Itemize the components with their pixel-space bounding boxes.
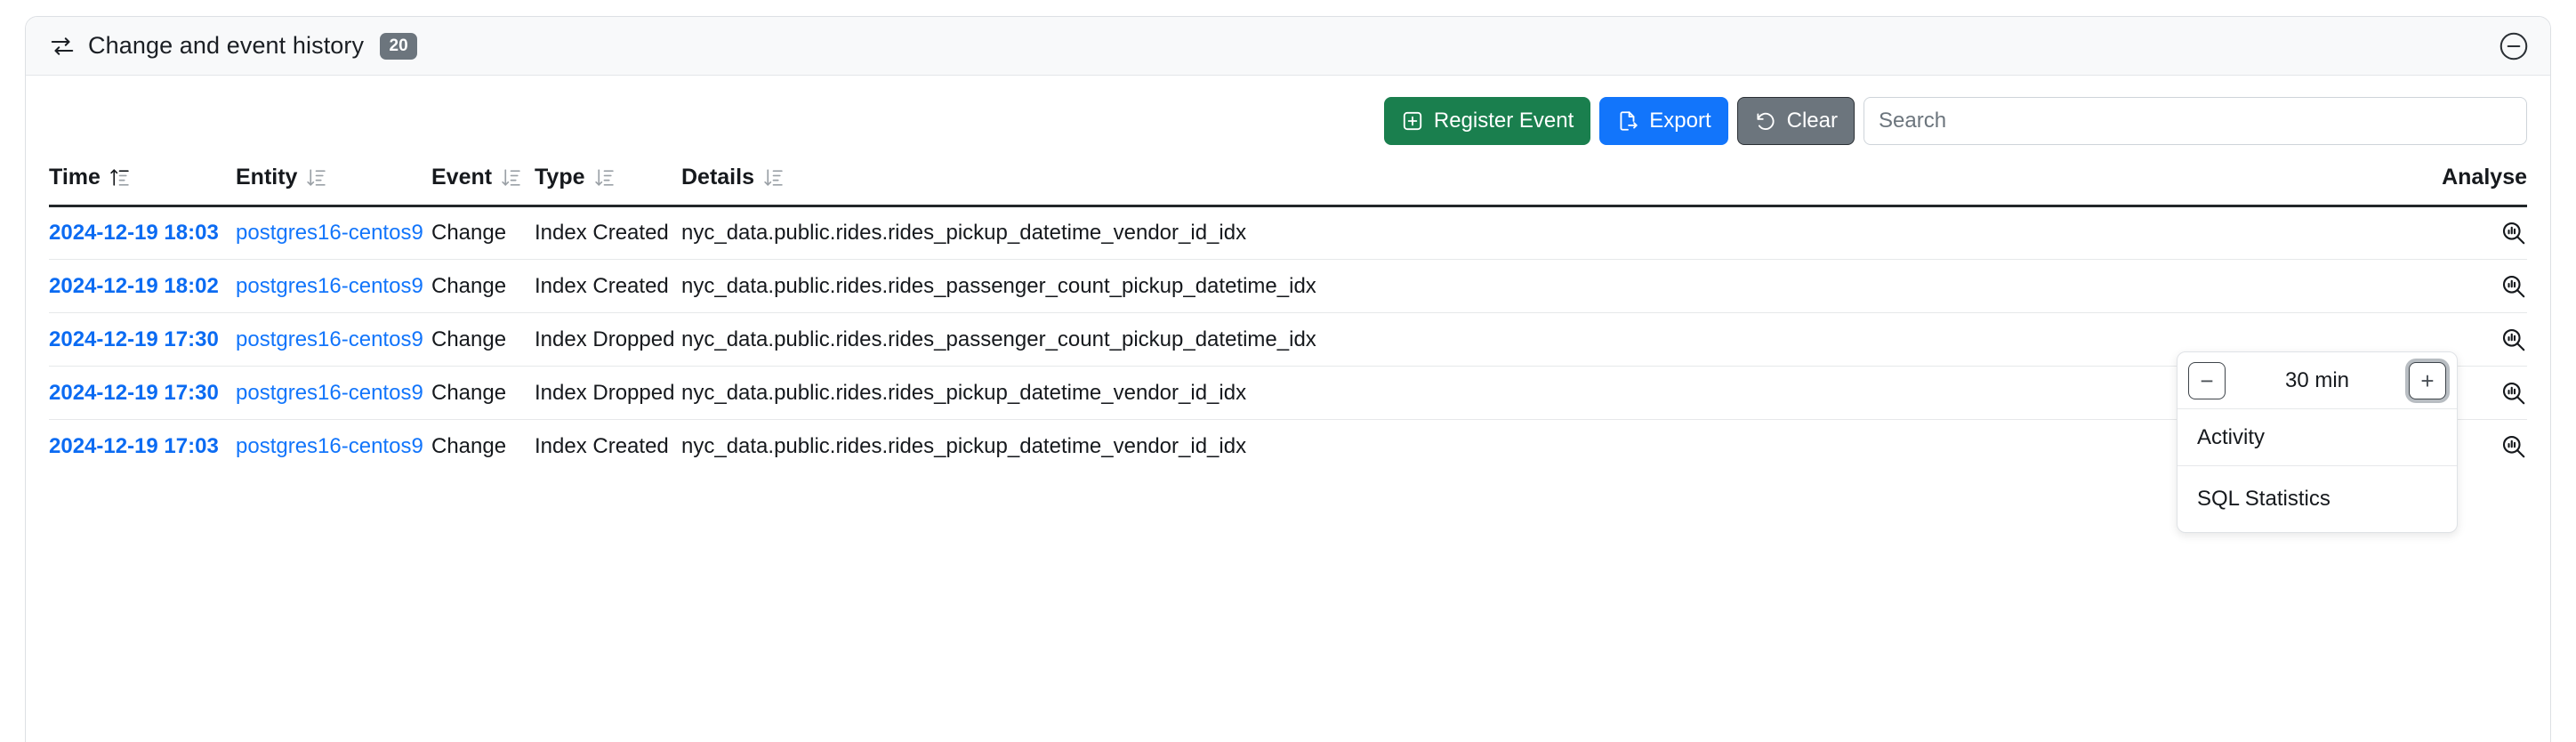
column-header-analyse: Analyse [2420, 159, 2527, 207]
cell-type: Index Dropped [535, 312, 681, 367]
cell-time: 2024-12-19 17:30 [49, 312, 236, 367]
sort-ascending-icon[interactable] [109, 166, 131, 189]
cell-analyse [2420, 206, 2527, 260]
cell-entity: postgres16-centos9 [236, 206, 431, 260]
time-link[interactable]: 2024-12-19 17:30 [49, 327, 219, 351]
entity-link[interactable]: postgres16-centos9 [236, 274, 423, 298]
file-export-icon [1616, 109, 1639, 133]
cell-analyse [2420, 259, 2527, 313]
change-event-history-card: Change and event history 20 Register Eve… [25, 16, 2551, 742]
interval-decrement-button[interactable]: − [2188, 361, 2226, 399]
column-header-type-label: Type [535, 165, 585, 190]
page-title: Change and event history [88, 32, 365, 59]
change-event-history-table: Time Entity Event Type Details Analyse 2… [49, 159, 2527, 473]
cell-details: nyc_data.public.rides.rides_passenger_co… [681, 259, 2420, 313]
plus-square-icon [1401, 109, 1424, 133]
swap-arrows-icon [49, 33, 76, 60]
column-header-entity[interactable]: Entity [236, 159, 431, 207]
entity-link[interactable]: postgres16-centos9 [236, 221, 423, 245]
time-link[interactable]: 2024-12-19 17:30 [49, 381, 219, 405]
status-badge: 20 [380, 32, 418, 60]
chart-search-icon[interactable] [2500, 380, 2527, 407]
cell-details: nyc_data.public.rides.rides_pickup_datet… [681, 433, 1247, 458]
table-row: 2024-12-19 18:03 postgres16-centos9 Chan… [49, 206, 2527, 260]
column-header-event[interactable]: Event [431, 159, 535, 207]
clear-button[interactable]: Clear [1736, 97, 1855, 145]
card-body: Register Event Export Clear Search Time … [26, 76, 2550, 473]
cell-event: Change [431, 312, 535, 367]
dropdown-item-activity[interactable]: Activity [2178, 409, 2457, 466]
analyse-dropdown-menu: − 30 min + Activity SQL Statistics [2177, 351, 2458, 533]
circle-minus-icon[interactable] [2497, 29, 2531, 63]
column-header-time[interactable]: Time [49, 159, 236, 207]
sort-descending-icon[interactable] [500, 166, 522, 189]
cell-details: nyc_data.public.rides.rides_pickup_datet… [681, 206, 2420, 260]
column-header-event-label: Event [431, 165, 493, 190]
search-input[interactable] [1864, 97, 2527, 145]
entity-link[interactable]: postgres16-centos9 [236, 381, 423, 405]
cell-time: 2024-12-19 18:02 [49, 259, 236, 313]
table-body: 2024-12-19 18:03 postgres16-centos9 Chan… [49, 206, 2527, 473]
column-header-details[interactable]: Details [681, 159, 2420, 207]
interval-increment-button[interactable]: + [2408, 361, 2446, 399]
cell-type: Index Created [535, 433, 669, 458]
chart-search-icon[interactable] [2500, 273, 2527, 300]
toolbar: Register Event Export Clear Search [49, 97, 2527, 145]
undo-icon [1754, 109, 1777, 133]
time-link[interactable]: 2024-12-19 18:02 [49, 274, 219, 298]
cell-event: Change [431, 206, 535, 260]
time-link[interactable]: 2024-12-19 17:03 [49, 434, 219, 458]
column-header-time-label: Time [49, 165, 101, 190]
column-header-entity-label: Entity [236, 165, 298, 190]
table-header: Time Entity Event Type Details Analyse [49, 159, 2527, 207]
entity-link[interactable]: postgres16-centos9 [236, 327, 423, 351]
cell-event: Change [431, 366, 535, 420]
interval-stepper: − 30 min + [2178, 352, 2457, 409]
table-row: 2024-12-19 17:03 postgres16-centos9 Chan… [49, 420, 2527, 473]
cell-event: Change [431, 259, 535, 313]
card-header: Change and event history 20 [26, 17, 2550, 76]
cell-time: 2024-12-19 17:30 [49, 366, 236, 420]
table-row: 2024-12-19 18:02 postgres16-centos9 Chan… [49, 259, 2527, 313]
register-event-button[interactable]: Register Event [1383, 97, 1591, 145]
table-row: 2024-12-19 17:30 postgres16-centos9 Chan… [49, 366, 2527, 420]
cell-time: 2024-12-19 17:03 [49, 420, 236, 473]
cell-entity: postgres16-centos9 [236, 366, 431, 420]
cell-entity: postgres16-centos9 [236, 259, 431, 313]
clear-label: Clear [1786, 109, 1838, 133]
sort-descending-icon[interactable] [593, 166, 616, 189]
column-header-analyse-label: Analyse [2442, 165, 2527, 190]
entity-link[interactable]: postgres16-centos9 [236, 434, 423, 458]
cell-details: nyc_data.public.rides.rides_passenger_co… [681, 312, 2420, 367]
cell-type: Index Created [535, 206, 681, 260]
cell-entity: postgres16-centos9 [236, 420, 431, 473]
cell-type: Index Created [535, 259, 681, 313]
sort-descending-icon[interactable] [762, 166, 785, 189]
card-header-left: Change and event history 20 [49, 32, 418, 60]
export-label: Export [1649, 109, 1711, 133]
cell-details: nyc_data.public.rides.rides_pickup_datet… [681, 366, 2420, 420]
register-event-label: Register Event [1433, 109, 1574, 133]
time-link[interactable]: 2024-12-19 18:03 [49, 221, 219, 245]
chart-search-icon[interactable] [2500, 327, 2527, 353]
cell-event: Change [431, 433, 507, 458]
table-header-row: Time Entity Event Type Details Analyse [49, 159, 2527, 207]
sort-descending-icon[interactable] [305, 166, 327, 189]
column-header-type[interactable]: Type [535, 159, 681, 207]
cell-entity: postgres16-centos9 [236, 312, 431, 367]
cell-type: Index Dropped [535, 366, 681, 420]
column-header-details-label: Details [681, 165, 754, 190]
interval-value: 30 min [2284, 367, 2350, 392]
page-root: Change and event history 20 Register Eve… [0, 0, 2576, 742]
dropdown-item-sql-statistics[interactable]: SQL Statistics [2178, 466, 2457, 532]
table-row: 2024-12-19 17:30 postgres16-centos9 Chan… [49, 312, 2527, 367]
export-button[interactable]: Export [1599, 97, 1728, 145]
chart-search-icon[interactable] [2500, 433, 2527, 460]
chart-search-icon[interactable] [2500, 220, 2527, 246]
cell-time: 2024-12-19 18:03 [49, 206, 236, 260]
